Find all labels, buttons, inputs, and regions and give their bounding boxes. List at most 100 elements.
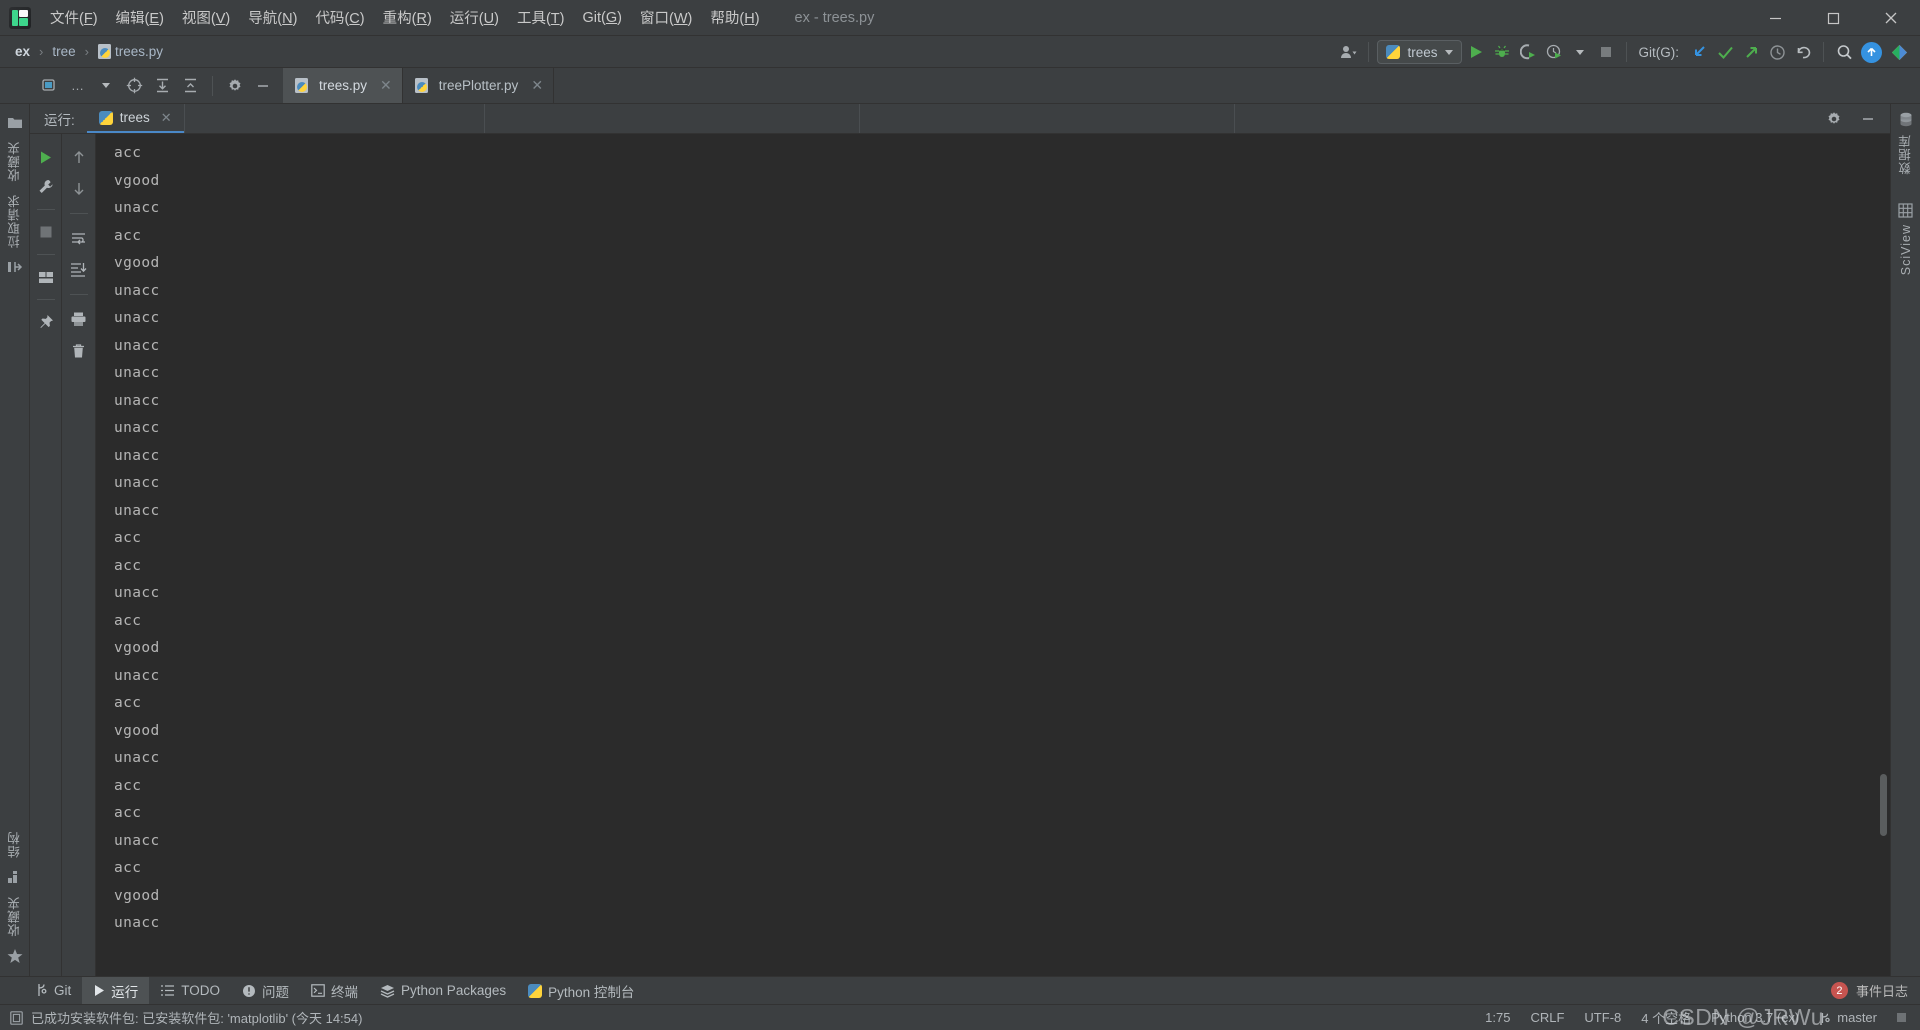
print-icon[interactable] [66,306,92,332]
stop-icon[interactable] [1594,40,1618,64]
close-icon[interactable]: ✕ [531,77,543,94]
indent-setting[interactable]: 4 个空格 [1641,1008,1691,1027]
main-area: 收藏夹 拉取请求 结构 收藏夹 运行: trees ✕ acc vgood un… [0,104,1920,976]
commit-icon[interactable] [1713,40,1737,64]
close-icon[interactable]: ✕ [161,110,172,126]
wrench-icon[interactable] [33,174,59,200]
avatar-icon[interactable] [1887,40,1912,64]
console-output[interactable]: acc vgood unacc acc vgood unacc unacc un… [96,134,1890,976]
breadcrumb-item-file[interactable]: trees.py [95,43,166,60]
menu-help[interactable]: 帮助(H) [701,3,768,32]
run-header-actions [1812,104,1890,133]
collapse-all-icon[interactable] [178,74,202,98]
sidebar-item-database-label[interactable]: 数据库 [1896,128,1915,181]
soft-wrap-icon[interactable] [66,225,92,251]
settings-icon[interactable] [223,74,247,98]
run-configuration-selector[interactable]: trees [1377,40,1462,64]
chevron-down-icon[interactable] [1568,40,1592,64]
database-icon[interactable] [1898,112,1914,128]
line-separator[interactable]: CRLF [1530,1010,1564,1025]
hide-icon[interactable] [251,74,275,98]
sidebar-item-structure-label[interactable]: 结构 [5,825,24,864]
coverage-icon[interactable] [1516,40,1540,64]
sidebar-item-favorites-top[interactable] [7,116,23,129]
trash-icon[interactable] [66,338,92,364]
menu-edit[interactable]: 编辑(E) [107,3,173,32]
account-icon[interactable] [1336,40,1360,64]
run-tab-trees[interactable]: trees ✕ [86,104,184,133]
event-log-label[interactable]: 事件日志 [1856,981,1908,1000]
git-branch[interactable]: master [1819,1010,1877,1025]
python-file-icon [295,78,308,93]
tool-window-problems[interactable]: 问题 [231,977,300,1004]
tool-window-todo[interactable]: TODO [149,977,231,1004]
run-icon[interactable] [1464,40,1488,64]
star-icon[interactable] [7,948,23,964]
console-line: unacc [114,832,160,849]
gear-icon[interactable] [1822,107,1846,131]
menu-refactor[interactable]: 重构(R) [374,3,441,32]
push-icon[interactable] [1739,40,1763,64]
menu-window[interactable]: 窗口(W) [631,3,701,32]
sciview-icon[interactable] [1898,202,1913,218]
update-project-icon[interactable] [1687,40,1711,64]
encoding[interactable]: UTF-8 [1584,1010,1621,1025]
breadcrumb-item-folder[interactable]: tree [49,43,78,60]
sidebar-item-pullrequests-label[interactable]: 拉取请求 [5,188,24,254]
tool-window-python-console[interactable]: Python 控制台 [517,977,645,1004]
locate-icon[interactable] [122,74,146,98]
ellipsis-icon[interactable]: … [66,74,90,98]
minimize-button[interactable] [1746,0,1804,36]
down-arrow-icon[interactable] [66,176,92,202]
tool-window-python-packages[interactable]: Python Packages [369,977,517,1004]
menu-refactor-mnemonic: R [416,11,427,27]
project-view-icon[interactable] [38,74,62,98]
status-message-area[interactable]: 已成功安装软件包: 已安装软件包: 'matplotlib' (今天 14:54… [0,1008,362,1027]
menu-view[interactable]: 视图(V) [173,3,239,32]
close-button[interactable] [1862,0,1920,36]
breadcrumb-item-project[interactable]: ex [12,43,33,60]
search-icon[interactable] [1832,40,1856,64]
chevron-down-icon[interactable] [94,74,118,98]
profile-icon[interactable] [1542,40,1566,64]
expand-all-icon[interactable] [150,74,174,98]
tool-window-run[interactable]: 运行 [82,977,150,1004]
window-controls [1746,0,1920,36]
maximize-button[interactable] [1804,0,1862,36]
sidebar-item-sciview-label[interactable]: SciView [1899,218,1913,281]
pull-request-icon[interactable] [7,260,23,274]
structure-icon[interactable] [7,870,22,884]
menu-file[interactable]: 文件(F) [41,3,107,32]
menu-run[interactable]: 运行(U) [441,3,508,32]
pin-icon[interactable] [33,309,59,335]
up-arrow-icon[interactable] [66,144,92,170]
scroll-to-end-icon[interactable] [66,257,92,283]
event-log-area[interactable]: 2 事件日志 [1819,977,1920,1004]
tool-window-terminal[interactable]: 终端 [300,977,369,1004]
tool-window-git[interactable]: Git [24,977,82,1004]
close-icon[interactable]: ✕ [380,77,392,94]
rerun-icon[interactable] [33,144,59,170]
history-icon[interactable] [1765,40,1789,64]
console-scrollbar[interactable] [1880,774,1887,836]
interpreter[interactable]: Python 3.7 (ex) [1711,1010,1799,1025]
editor-tab-trees[interactable]: trees.py ✕ [283,68,403,103]
menu-code[interactable]: 代码(C) [306,3,373,32]
debug-icon[interactable] [1490,40,1514,64]
caret-position[interactable]: 1:75 [1485,1010,1510,1025]
resize-handle[interactable] [1897,1013,1906,1022]
notifications-icon[interactable] [1858,40,1885,64]
layout-icon[interactable] [33,264,59,290]
sidebar-item-favorites-label[interactable]: 收藏夹 [5,135,24,188]
stop-icon[interactable] [33,219,59,245]
menu-git[interactable]: Git(G) [574,6,632,30]
editor-tab-treeplotter[interactable]: treePlotter.py ✕ [403,68,555,103]
rollback-icon[interactable] [1791,40,1815,64]
status-indicators: 1:75 CRLF UTF-8 4 个空格 Python 3.7 (ex) ma… [1485,1008,1920,1027]
minimize-icon[interactable] [1856,107,1880,131]
sidebar-item-favorites2-label[interactable]: 收藏夹 [5,890,24,943]
menu-tools[interactable]: 工具(T) [508,3,574,32]
update-badge [1861,41,1882,63]
menu-navigate[interactable]: 导航(N) [239,3,306,32]
todo-icon [161,985,175,996]
